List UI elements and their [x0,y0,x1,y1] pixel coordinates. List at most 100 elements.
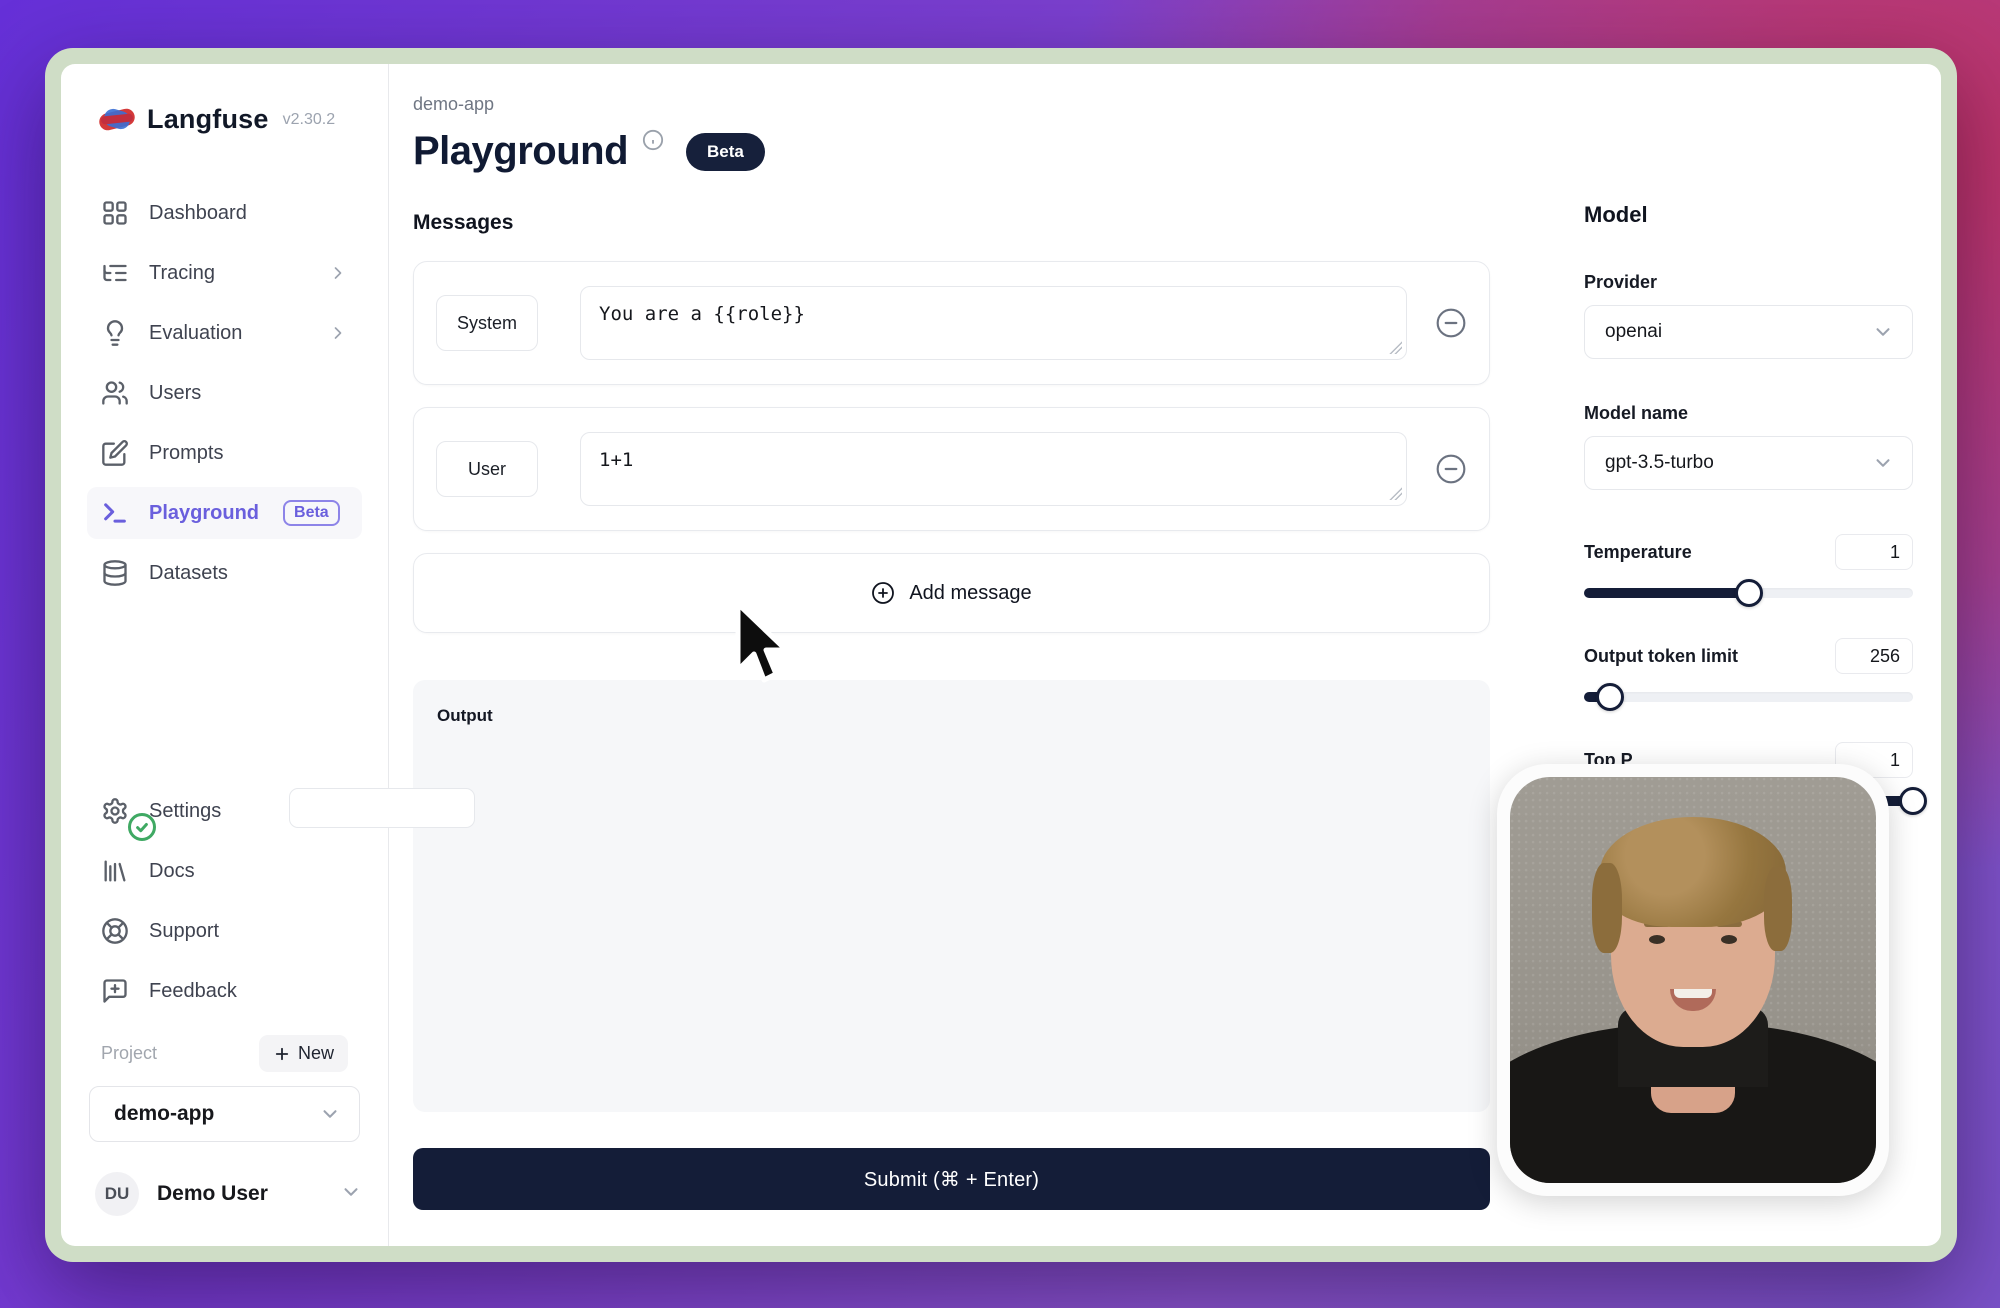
sidebar-bottom: Settings Docs Support Feedback Project [87,785,362,1216]
sidebar-item-label: Docs [149,860,195,883]
model-name-value: gpt-3.5-turbo [1605,452,1714,474]
output-label: Output [437,706,1466,726]
datasets-icon [101,559,129,587]
prompts-icon [101,439,129,467]
output-token-limit-slider[interactable] [1584,692,1913,702]
sidebar-item-docs[interactable]: Docs [87,845,362,897]
evaluation-icon [101,319,129,347]
model-name-select[interactable]: gpt-3.5-turbo [1584,436,1913,490]
user-name: Demo User [157,1182,322,1206]
chevron-down-icon [1872,452,1894,474]
brand-name: Langfuse [147,104,269,135]
slider-thumb[interactable] [1596,683,1624,711]
model-name-label: Model name [1584,403,1913,424]
sidebar-item-label: Datasets [149,562,228,585]
output-token-limit-value-input[interactable]: 256 [1835,638,1913,674]
submit-button[interactable]: Submit (⌘ + Enter) [413,1148,1490,1210]
sidebar-item-playground[interactable]: Playground Beta [87,487,362,539]
person-hair [1600,817,1786,927]
playground-terminal-icon [101,499,129,527]
user-menu[interactable]: DU Demo User [87,1172,362,1216]
provider-label: Provider [1584,272,1913,293]
sidebar-item-label: Evaluation [149,322,242,345]
chevron-right-icon [328,263,348,283]
users-icon [101,379,129,407]
title-row: Playground Beta [413,131,1490,171]
langfuse-logo-icon [99,107,135,133]
sidebar-item-support[interactable]: Support [87,905,362,957]
temperature-value-input[interactable]: 1 [1835,534,1913,570]
temperature-row: Temperature 1 [1584,534,1913,570]
model-heading: Model [1584,202,1913,228]
sidebar-nav: Dashboard Tracing Evaluation Users [87,187,362,607]
app-window: Langfuse v2.30.2 Dashboard Tracing Evalu… [45,48,1957,1262]
output-panel: Output [413,680,1490,1112]
sidebar-item-label: Dashboard [149,202,247,225]
sidebar: Langfuse v2.30.2 Dashboard Tracing Evalu… [61,64,389,1246]
sidebar-item-dashboard[interactable]: Dashboard [87,187,362,239]
sidebar-item-label: Prompts [149,442,223,465]
webcam-overlay [1497,764,1889,1196]
chevron-down-icon [1872,321,1894,343]
project-selected-value: demo-app [114,1102,214,1126]
message-row-user: User 1+1 [413,407,1490,531]
lifebuoy-icon [101,917,129,945]
sidebar-item-users[interactable]: Users [87,367,362,419]
remove-message-button[interactable] [1435,453,1467,485]
temperature-slider[interactable] [1584,588,1913,598]
project-select[interactable]: demo-app [89,1086,360,1142]
project-row: Project New [87,1035,362,1072]
library-icon [101,857,129,885]
messages-heading: Messages [413,211,1490,235]
provider-value: openai [1605,321,1662,343]
slider-thumb[interactable] [1899,787,1927,815]
sidebar-item-label: Settings [149,800,221,823]
feedback-icon [101,977,129,1005]
temperature-label: Temperature [1584,542,1692,563]
sidebar-item-label: Tracing [149,262,215,285]
slider-thumb[interactable] [1735,579,1763,607]
sidebar-item-label: Playground [149,502,259,525]
output-token-limit-row: Output token limit 256 [1584,638,1913,674]
app-version: v2.30.2 [283,111,335,129]
role-button-system[interactable]: System [436,295,538,351]
output-token-limit-label: Output token limit [1584,646,1738,667]
avatar: DU [95,1172,139,1216]
minus-circle-icon [1435,307,1467,339]
sidebar-item-evaluation[interactable]: Evaluation [87,307,362,359]
sidebar-item-tracing[interactable]: Tracing [87,247,362,299]
message-textarea-wrap: 1+1 [580,432,1407,506]
project-label: Project [101,1043,157,1064]
breadcrumb[interactable]: demo-app [413,94,1490,115]
message-textarea-wrap: You are a {{role}} [580,286,1407,360]
page-title: Playground [413,131,628,171]
add-message-button[interactable]: Add message [413,553,1490,633]
provider-select[interactable]: openai [1584,305,1913,359]
system-message-input[interactable]: You are a {{role}} [580,286,1407,360]
dashboard-icon [101,199,129,227]
sidebar-item-label: Support [149,920,219,943]
new-project-button[interactable]: New [259,1035,348,1072]
sidebar-item-feedback[interactable]: Feedback [87,965,362,1017]
beta-badge: Beta [686,133,765,171]
sidebar-item-datasets[interactable]: Datasets [87,547,362,599]
variable-value-input[interactable] [289,788,475,828]
plus-icon [273,1045,291,1063]
plus-circle-icon [871,581,895,605]
langfuse-app: Langfuse v2.30.2 Dashboard Tracing Evalu… [61,64,1941,1246]
info-icon[interactable] [642,129,664,156]
gear-icon [101,797,129,825]
sidebar-item-label: Users [149,382,201,405]
tracing-icon [101,259,129,287]
chevron-down-icon [340,1181,362,1208]
brand-logo[interactable]: Langfuse v2.30.2 [87,104,362,135]
chevron-right-icon [328,323,348,343]
sidebar-item-prompts[interactable]: Prompts [87,427,362,479]
remove-message-button[interactable] [1435,307,1467,339]
main-content: demo-app Playground Beta Messages System… [389,64,1490,1246]
user-message-input[interactable]: 1+1 [580,432,1407,506]
message-row-system: System You are a {{role}} [413,261,1490,385]
variable-valid-check-icon [127,812,157,842]
webcam-video [1510,777,1876,1183]
role-button-user[interactable]: User [436,441,538,497]
